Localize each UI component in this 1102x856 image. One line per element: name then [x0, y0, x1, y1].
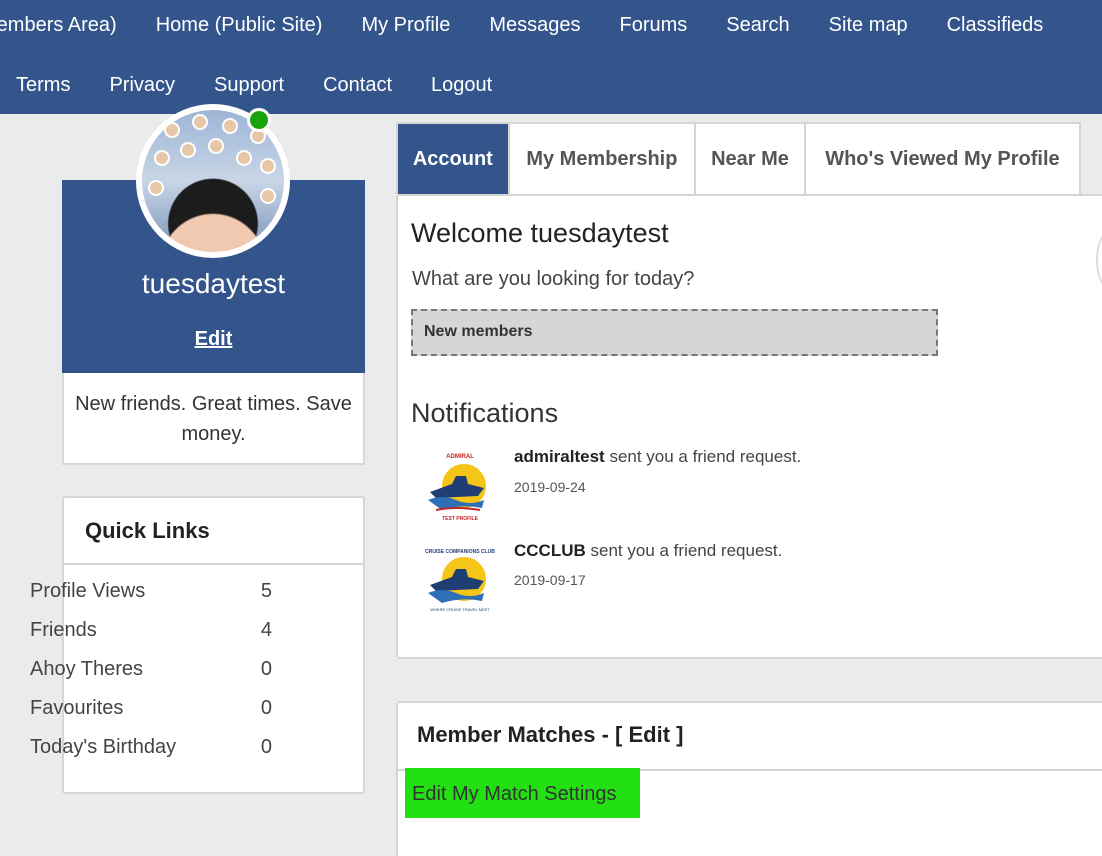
quick-link-todays-birthday[interactable]: Today's Birthday 0 [30, 736, 272, 775]
notification-user[interactable]: admiraltest [514, 447, 605, 466]
tab-whos-viewed[interactable]: Who's Viewed My Profile [806, 124, 1079, 194]
notification-1-text: admiraltest sent you a friend request. [514, 447, 801, 467]
notifications-heading: Notifications [411, 398, 559, 428]
logo-bottom-text: TEST PROFILE [442, 516, 479, 522]
quick-link-label: Ahoy Theres [30, 658, 144, 680]
admiral-logo-icon: ADMIRAL TEST PROFILE [428, 454, 486, 522]
notification-2-text: CCCLUB sent you a friend request. [514, 541, 782, 561]
tab-my-membership[interactable]: My Membership [510, 124, 697, 194]
quick-link-friends[interactable]: Friends 4 [30, 619, 272, 658]
notification-message: sent you a friend request. [590, 541, 783, 560]
edit-profile-link[interactable]: Edit [62, 328, 365, 351]
nav-logout[interactable]: Logout [431, 74, 492, 97]
nav-home-public[interactable]: Home (Public Site) [156, 14, 323, 37]
account-tabs: Account My Membership Near Me Who's View… [396, 122, 1081, 194]
nav-forums[interactable]: Forums [620, 14, 688, 37]
nav-my-profile[interactable]: My Profile [361, 14, 450, 37]
nav-contact[interactable]: Contact [323, 74, 392, 97]
ccclub-logo-icon: CRUISE COMPANIONS CLUB WHERE CRUISE TRAV… [425, 549, 495, 612]
nav-search[interactable]: Search [726, 14, 789, 37]
notification-user[interactable]: CCCLUB [514, 541, 586, 560]
nav-support[interactable]: Support [214, 74, 284, 97]
nav-members-area[interactable]: Members Area) [0, 14, 117, 37]
quick-link-profile-views[interactable]: Profile Views 5 [30, 580, 272, 619]
tab-near-me[interactable]: Near Me [696, 124, 806, 194]
new-members-option[interactable]: New members [411, 309, 938, 356]
nav-row-2: Terms Privacy Support Contact Logout [16, 60, 531, 110]
edit-match-settings-link[interactable]: Edit My Match Settings [405, 768, 640, 818]
quick-link-count: 0 [260, 697, 272, 719]
nav-terms[interactable]: Terms [16, 74, 70, 97]
nav-row-1: Members Area) Home (Public Site) My Prof… [0, 0, 1082, 50]
notification-message: sent you a friend request. [609, 447, 802, 466]
quick-link-label: Friends [30, 619, 97, 641]
nav-messages[interactable]: Messages [489, 14, 580, 37]
logo-top-text: CRUISE COMPANIONS CLUB [425, 549, 495, 555]
nav-site-map[interactable]: Site map [829, 14, 908, 37]
notification-2-date: 2019-09-17 [514, 572, 586, 588]
welcome-heading: Welcome tuesdaytest [411, 218, 669, 248]
quick-link-count: 5 [260, 580, 272, 602]
nav-privacy[interactable]: Privacy [109, 74, 175, 97]
quick-link-label: Profile Views [30, 580, 146, 602]
top-navigation: Members Area) Home (Public Site) My Prof… [0, 0, 1102, 114]
member-matches-title[interactable]: Member Matches - [ Edit ] [417, 722, 683, 748]
quick-link-count: 0 [260, 736, 272, 758]
quick-link-label: Favourites [30, 697, 124, 719]
quick-link-count: 0 [260, 658, 272, 680]
notification-1-date: 2019-09-24 [514, 479, 586, 495]
online-status-indicator [247, 108, 271, 132]
looking-prompt: What are you looking for today? [412, 268, 695, 290]
logo-bottom-text: WHERE CRUISE TRAVEL MEET [430, 607, 490, 612]
nav-classifieds[interactable]: Classifieds [947, 14, 1044, 37]
tab-account[interactable]: Account [398, 124, 510, 194]
profile-tagline: New friends. Great times. Save money. [62, 373, 365, 465]
quick-link-label: Today's Birthday [30, 736, 177, 758]
quick-links-title: Quick Links [64, 498, 363, 565]
quick-link-ahoy-theres[interactable]: Ahoy Theres 0 [30, 658, 272, 697]
profile-username: tuesdaytest [141, 268, 286, 299]
logo-top-text: ADMIRAL [446, 454, 474, 460]
quick-link-favourites[interactable]: Favourites 0 [30, 697, 272, 736]
quick-link-count: 4 [260, 619, 272, 641]
